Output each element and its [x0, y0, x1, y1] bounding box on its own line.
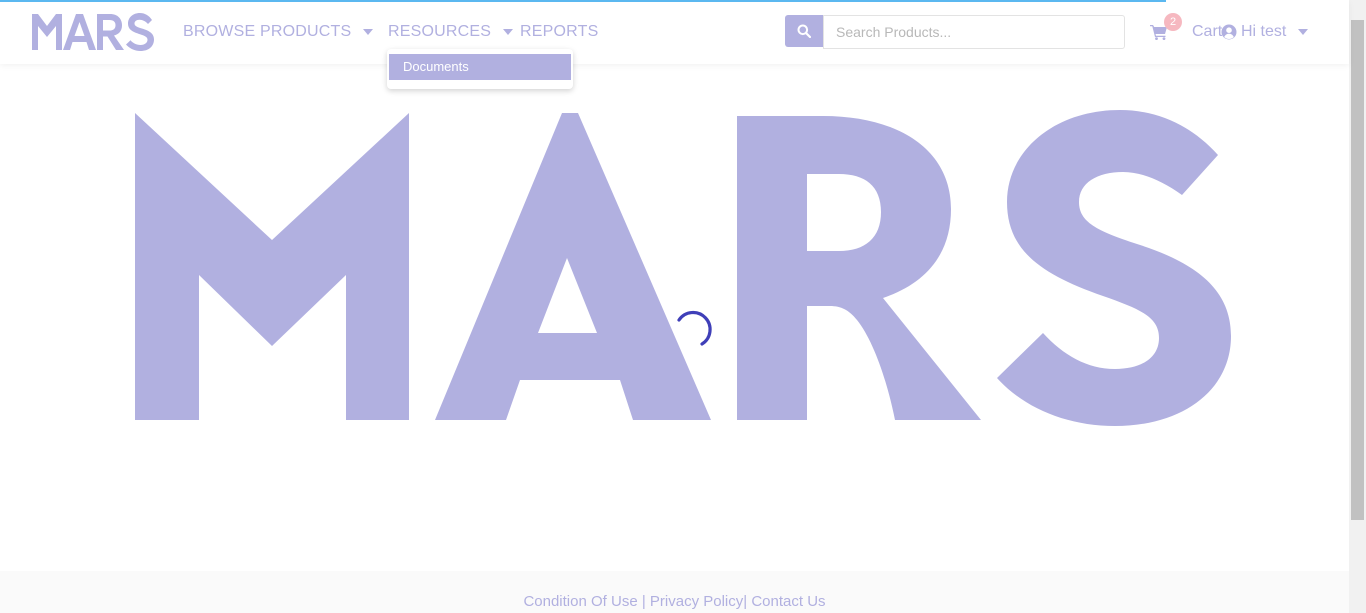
page: BROWSE PRODUCTS RESOURCES REPORTS Cart: [0, 0, 1366, 613]
nav-resources[interactable]: RESOURCES: [388, 20, 514, 44]
mars-logo-mark: [32, 13, 154, 51]
footer: Condition Of Use | Privacy Policy| Conta…: [0, 571, 1349, 613]
nav-browse-products[interactable]: BROWSE PRODUCTS: [183, 20, 374, 44]
nav-reports[interactable]: REPORTS: [520, 20, 598, 44]
footer-separator: |: [637, 593, 650, 610]
nav-resources-label: RESOURCES: [388, 23, 492, 40]
dropdown-item-documents[interactable]: Documents: [389, 54, 571, 80]
user-circle-icon: [1221, 24, 1237, 40]
nav-reports-label: REPORTS: [520, 23, 599, 40]
caret-down-icon: [1298, 29, 1309, 35]
caret-down-icon: [503, 29, 514, 35]
search-input[interactable]: [823, 15, 1125, 49]
nav-browse-products-label: BROWSE PRODUCTS: [183, 23, 352, 40]
mars-large-logo-mark: [135, 110, 1231, 426]
footer-links: Condition Of Use | Privacy Policy| Conta…: [0, 593, 1349, 610]
top-navbar: BROWSE PRODUCTS RESOURCES REPORTS Cart: [0, 0, 1349, 64]
scrollbar-thumb[interactable]: [1351, 20, 1364, 520]
footer-link-condition-of-use[interactable]: Condition Of Use: [523, 593, 637, 610]
cart-label: Cart: [1192, 23, 1223, 40]
vertical-scrollbar[interactable]: [1349, 0, 1366, 613]
search-button[interactable]: [785, 15, 823, 47]
resources-dropdown-menu: Documents: [387, 49, 573, 89]
user-greeting: Hi test: [1241, 23, 1287, 40]
hero-mars-logo: [135, 110, 1231, 426]
cart-count-badge: 2: [1164, 13, 1182, 31]
footer-link-privacy-policy[interactable]: Privacy Policy: [650, 593, 743, 610]
brand-logo[interactable]: [32, 13, 156, 51]
search-icon: [797, 24, 811, 38]
cart-link[interactable]: Cart: [1150, 20, 1222, 44]
caret-down-icon: [363, 29, 374, 35]
loading-spinner: [677, 310, 712, 346]
page-load-progress-bar: [0, 0, 1166, 2]
user-menu[interactable]: Hi test: [1221, 20, 1309, 44]
footer-link-contact-us[interactable]: Contact Us: [751, 593, 825, 610]
